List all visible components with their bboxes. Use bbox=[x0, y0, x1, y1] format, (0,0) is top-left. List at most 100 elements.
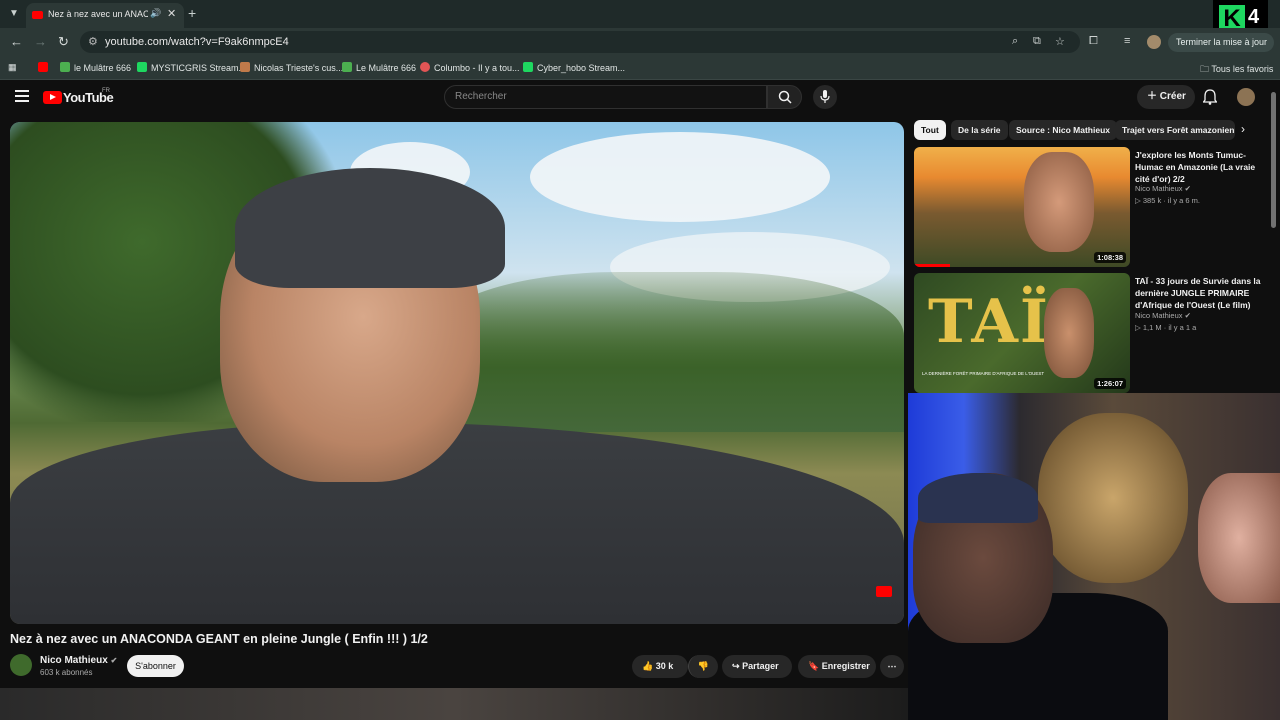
chip-source[interactable]: Source : Nico Mathieux bbox=[1009, 120, 1117, 140]
menu-icon[interactable] bbox=[15, 90, 29, 102]
bookmark-icon: 🔖 bbox=[808, 661, 820, 671]
more-actions-button[interactable]: ⋯ bbox=[880, 655, 904, 678]
streamer-bandana bbox=[918, 473, 1038, 523]
region-code: FR bbox=[102, 88, 110, 94]
all-favorites[interactable]: 🗀 Tous les favoris bbox=[1200, 62, 1273, 78]
skull-painting bbox=[1038, 413, 1188, 583]
channel-name[interactable]: Nico Mathieux ✔ bbox=[40, 655, 117, 666]
search-button[interactable] bbox=[767, 85, 802, 109]
bookmark-item[interactable]: Le Mulâtre 666 bbox=[342, 62, 416, 73]
thumbnail-subtext: LA DERNIÈRE FORÊT PRIMAIRE D'AFRIQUE DE … bbox=[922, 371, 1045, 376]
bookmark-item[interactable]: Columbo - Il y a tou... bbox=[420, 62, 520, 73]
site-info-icon[interactable]: ⚙ bbox=[88, 35, 98, 48]
install-icon[interactable]: ⧉ bbox=[1033, 35, 1041, 48]
browser-tab[interactable]: Nez à nez avec un ANACONDA 🔊 ✕ bbox=[26, 3, 184, 28]
watch-progress bbox=[914, 264, 950, 267]
chevron-right-icon[interactable]: › bbox=[1241, 122, 1245, 136]
media-queue-icon[interactable]: ≡ bbox=[1124, 35, 1130, 47]
thumbnail-title-text: TAÏ bbox=[928, 287, 1050, 357]
subscriber-count: 603 k abonnés bbox=[40, 668, 93, 677]
chip-route[interactable]: Trajet vers Forêt amazonienne bbox=[1115, 120, 1235, 140]
recommendation-item[interactable]: TAÏ LA DERNIÈRE FORÊT PRIMAIRE D'AFRIQUE… bbox=[914, 273, 1269, 393]
bookmark-item[interactable]: MYSTICGRIS Stream... bbox=[137, 62, 246, 73]
extensions-icon[interactable]: ⧠ bbox=[1089, 35, 1098, 48]
recommendation-channel[interactable]: Nico Mathieux ✔ bbox=[1135, 311, 1191, 320]
bookmark-item[interactable]: Nicolas Trieste's cus... bbox=[240, 62, 343, 73]
verified-icon: ✔ bbox=[1184, 311, 1191, 320]
bookmark-youtube-icon[interactable] bbox=[38, 62, 52, 73]
bookmark-icon bbox=[60, 62, 70, 72]
recommendation-item[interactable]: 1:08:38 J'explore les Monts Tumuc-Humac … bbox=[914, 147, 1269, 267]
channel-avatar[interactable] bbox=[10, 654, 32, 676]
zoom-icon[interactable]: ⌕ bbox=[1012, 35, 1018, 48]
subscribe-button[interactable]: S'abonner bbox=[127, 655, 184, 677]
youtube-header: YouTube FR Rechercher ＋ Créer bbox=[0, 80, 1280, 116]
bookmark-icon bbox=[240, 62, 250, 72]
recommendation-meta: ▷ 1,1 M · il y a 1 a bbox=[1135, 323, 1197, 332]
omnibox[interactable]: ⚙ youtube.com/watch?v=F9ak6nmpcE4 ⌕ ⧉ ☆ bbox=[80, 31, 1080, 53]
thumbnail-person bbox=[1024, 152, 1094, 252]
bookmark-icon bbox=[523, 62, 533, 72]
notifications-bell-icon[interactable] bbox=[1202, 89, 1218, 110]
badge-number: 4 bbox=[1248, 6, 1260, 28]
share-icon: ↪ bbox=[732, 661, 740, 671]
close-icon[interactable]: ✕ bbox=[167, 7, 176, 20]
recommendation-channel[interactable]: Nico Mathieux ✔ bbox=[1135, 184, 1191, 193]
webcam-overlay bbox=[908, 393, 1280, 720]
speaker-icon[interactable]: 🔊 bbox=[150, 8, 161, 19]
like-button[interactable]: 👍 30 k bbox=[632, 655, 688, 678]
update-button[interactable]: Terminer la mise à jour ⋮ bbox=[1168, 33, 1274, 66]
youtube-favicon-icon bbox=[32, 11, 43, 19]
video-title: Nez à nez avec un ANACONDA GEANT en plei… bbox=[10, 632, 428, 646]
video-duration: 1:26:07 bbox=[1094, 378, 1126, 389]
video-duration: 1:08:38 bbox=[1094, 252, 1126, 263]
play-icon: ▷ bbox=[1135, 196, 1141, 205]
page-scrollbar[interactable] bbox=[1271, 92, 1276, 228]
recommendation-title[interactable]: J'explore les Monts Tumuc-Humac en Amazo… bbox=[1135, 149, 1265, 185]
microphone-icon bbox=[820, 90, 830, 103]
youtube-watermark-icon bbox=[876, 586, 892, 597]
bookmark-star-icon[interactable]: ☆ bbox=[1055, 35, 1065, 48]
search-icon bbox=[778, 90, 792, 104]
person-jacket bbox=[10, 422, 904, 624]
search-placeholder: Rechercher bbox=[455, 91, 507, 102]
recommendation-title[interactable]: TAÏ - 33 jours de Survie dans la dernièr… bbox=[1135, 275, 1265, 311]
share-button[interactable]: ↪ Partager bbox=[722, 655, 792, 678]
bookmark-icon bbox=[137, 62, 147, 72]
filter-chips: Tout De la série Source : Nico Mathieux … bbox=[908, 120, 1263, 142]
video-thumbnail[interactable]: 1:08:38 bbox=[914, 147, 1130, 267]
recommendation-meta: ▷ 385 k · il y a 6 m. bbox=[1135, 196, 1200, 205]
forward-icon[interactable]: → bbox=[34, 34, 47, 49]
tab-search-icon[interactable]: ▼ bbox=[6, 6, 22, 22]
back-icon[interactable]: ← bbox=[10, 34, 23, 49]
person-cap bbox=[235, 168, 505, 288]
youtube-logo-icon[interactable] bbox=[43, 91, 62, 104]
profile-avatar[interactable] bbox=[1147, 35, 1161, 49]
new-tab-icon[interactable]: + bbox=[188, 5, 196, 21]
save-button[interactable]: 🔖 Enregistrer bbox=[798, 655, 876, 678]
bookmark-item[interactable]: Cyber_hobo Stream... bbox=[523, 62, 625, 73]
reload-icon[interactable]: ↻ bbox=[58, 34, 69, 50]
dislike-button[interactable]: 👎 bbox=[688, 655, 718, 678]
create-button[interactable]: ＋ Créer bbox=[1137, 85, 1195, 109]
address-bar: ← → ↻ ⚙ youtube.com/watch?v=F9ak6nmpcE4 … bbox=[0, 28, 1280, 66]
thumbs-down-icon: 👎 bbox=[697, 661, 710, 671]
search-input[interactable]: Rechercher bbox=[444, 85, 767, 109]
apps-grid-icon[interactable]: ▦ bbox=[8, 62, 17, 73]
thumbnail-person bbox=[1044, 288, 1094, 378]
bookmark-icon bbox=[342, 62, 352, 72]
video-player[interactable] bbox=[10, 122, 904, 624]
user-avatar[interactable] bbox=[1237, 88, 1255, 106]
poster-face bbox=[1198, 473, 1280, 603]
bookmark-icon bbox=[420, 62, 430, 72]
voice-search-button[interactable] bbox=[813, 85, 837, 109]
chip-series[interactable]: De la série bbox=[951, 120, 1008, 140]
chip-all[interactable]: Tout bbox=[914, 120, 946, 140]
url-text[interactable]: youtube.com/watch?v=F9ak6nmpcE4 bbox=[105, 36, 289, 48]
bookmark-item[interactable]: le Mulâtre 666 bbox=[60, 62, 131, 73]
below-video-strip bbox=[0, 688, 908, 720]
tab-title: Nez à nez avec un ANACONDA bbox=[48, 9, 148, 19]
plus-icon: ＋ bbox=[1147, 91, 1157, 102]
bookmarks-bar: ▦ le Mulâtre 666 MYSTICGRIS Stream... Ni… bbox=[0, 56, 1280, 80]
video-thumbnail[interactable]: TAÏ LA DERNIÈRE FORÊT PRIMAIRE D'AFRIQUE… bbox=[914, 273, 1130, 393]
